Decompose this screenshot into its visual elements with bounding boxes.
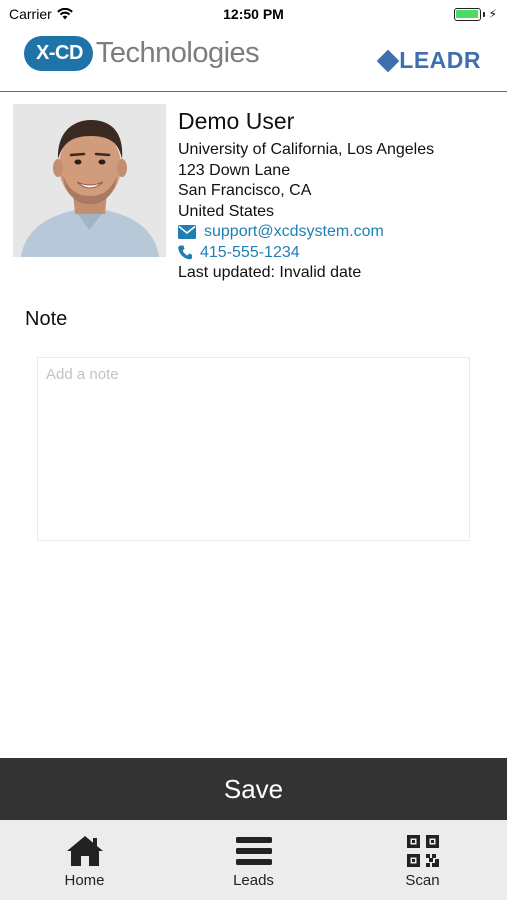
charging-icon: ⚡	[488, 7, 497, 21]
phone-link[interactable]: 415-555-1234	[178, 243, 488, 264]
status-bar: Carrier 12:50 PM ⚡	[0, 0, 507, 28]
contact-organization: University of California, Los Angeles	[178, 141, 435, 158]
tab-scan-label: Scan	[405, 871, 440, 889]
tab-bar: Home Leads Scan	[0, 820, 507, 900]
note-label: Note	[25, 308, 68, 330]
last-updated: Last updated: Invalid date	[178, 264, 362, 281]
phone-text: 415-555-1234	[200, 243, 300, 261]
leadr-text: LEADR	[399, 47, 481, 73]
note-textarea[interactable]	[37, 357, 470, 541]
tab-leads[interactable]: Leads	[169, 820, 338, 900]
email-link[interactable]: support@xcdsystem.com	[178, 222, 488, 243]
contact-name: Demo User	[178, 108, 295, 134]
xcd-technologies-logo: X-CD Technologies	[24, 28, 260, 71]
contact-address-line1: 123 Down Lane	[178, 161, 291, 179]
tab-scan[interactable]: Scan	[338, 820, 507, 900]
contact-country: United States	[178, 202, 275, 220]
leadr-diamond-icon	[376, 49, 400, 72]
contact-info: Demo User University of California, Los …	[178, 106, 488, 284]
avatar	[13, 104, 166, 257]
tab-leads-label: Leads	[233, 871, 274, 889]
contact-address-line2: San Francisco, CA	[178, 182, 312, 199]
home-icon	[66, 835, 103, 866]
leadr-logo: LEADR	[376, 47, 481, 74]
tab-home-label: Home	[64, 871, 105, 889]
xcd-badge: X-CD	[24, 28, 93, 71]
phone-icon	[178, 245, 192, 260]
menu-icon	[235, 836, 272, 865]
envelope-icon	[178, 225, 196, 240]
tab-home[interactable]: Home	[0, 820, 169, 900]
qr-code-icon	[406, 834, 439, 867]
app-header: X-CD Technologies LEADR	[0, 28, 507, 92]
email-text: support@xcdsystem.com	[204, 223, 384, 240]
save-button[interactable]: Save	[0, 758, 507, 820]
clock: 12:50 PM	[223, 6, 284, 22]
battery-icon: ⚡	[453, 7, 497, 21]
technologies-text: Technologies	[95, 37, 260, 69]
